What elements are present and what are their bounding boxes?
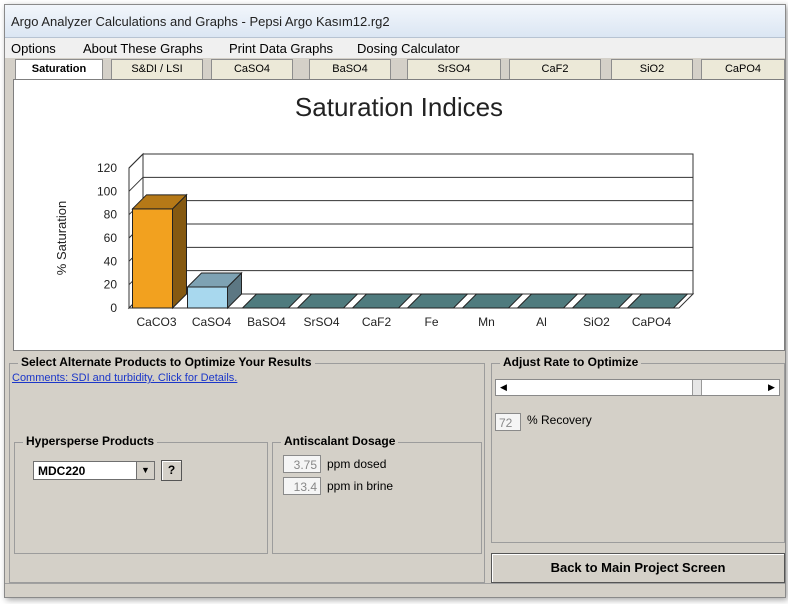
slider-left-icon[interactable]: ◀ (496, 380, 511, 395)
brine-input[interactable]: 13.4 (283, 477, 321, 495)
brine-label: ppm in brine (327, 479, 394, 493)
recovery-slider[interactable]: ◀ ▶ (495, 379, 780, 396)
product-select[interactable]: MDC220 ▼ (33, 461, 155, 480)
saturation-chart: 0 20 40 60 80 100 120 % Saturation CaCO3 CaSO4 BaS… (54, 152, 695, 329)
y-tick-label: 20 (104, 278, 118, 292)
x-tick-label: CaCO3 (136, 315, 176, 329)
back-to-main-button[interactable]: Back to Main Project Screen (491, 553, 785, 583)
tab-capo4[interactable]: CaPO4 (701, 59, 785, 79)
tab-saturation[interactable]: Saturation (15, 59, 103, 80)
optimize-group: Select Alternate Products to Optimize Yo… (9, 355, 485, 583)
x-tick-label: Fe (424, 315, 438, 329)
optimize-title: Select Alternate Products to Optimize Yo… (18, 355, 315, 369)
dosage-title: Antiscalant Dosage (281, 434, 399, 448)
dosed-label: ppm dosed (327, 457, 387, 471)
tab-sdi-lsi[interactable]: S&DI / LSI (111, 59, 203, 79)
slider-thumb[interactable] (692, 380, 702, 395)
title-bar: Argo Analyzer Calculations and Graphs - … (5, 5, 785, 38)
menu-about-graphs[interactable]: About These Graphs (83, 41, 203, 56)
x-tick-label: CaPO4 (632, 315, 672, 329)
product-select-value: MDC220 (38, 464, 86, 478)
lower-panel: Select Alternate Products to Optimize Yo… (9, 353, 785, 583)
x-tick-label: Mn (478, 315, 495, 329)
menu-bar: Options About These Graphs Print Data Gr… (5, 38, 785, 58)
y-tick-label: 120 (97, 161, 117, 175)
recovery-label: % Recovery (527, 413, 592, 427)
product-help-button[interactable]: ? (161, 460, 182, 481)
rate-title: Adjust Rate to Optimize (500, 355, 642, 369)
x-tick-label: SiO2 (583, 315, 610, 329)
chart-pane: Saturation Indices 0 20 40 60 80 100 120% Satu… (13, 79, 785, 351)
dosage-group: Antiscalant Dosage 3.75 ppm dosed 13.4 p… (272, 434, 482, 554)
y-tick-label: 60 (104, 231, 118, 245)
bar (132, 208, 173, 309)
products-title: Hypersperse Products (23, 434, 158, 448)
x-tick-label: BaSO4 (247, 315, 286, 329)
y-axis-label: % Saturation (54, 201, 69, 275)
menu-options[interactable]: Options (11, 41, 56, 56)
tab-srso4[interactable]: SrSO4 (407, 59, 501, 79)
comments-link[interactable]: Comments: SDI and turbidity. Click for D… (12, 372, 237, 384)
x-tick-label: CaF2 (362, 315, 392, 329)
tab-baso4[interactable]: BaSO4 (309, 59, 391, 79)
y-tick-label: 0 (110, 301, 117, 315)
x-tick-label: SrSO4 (303, 315, 339, 329)
window-title: Argo Analyzer Calculations and Graphs - … (11, 14, 390, 29)
chevron-down-icon[interactable]: ▼ (136, 462, 154, 479)
bar-side (172, 193, 187, 310)
y-tick-label: 40 (104, 254, 118, 268)
bar (187, 286, 228, 309)
x-tick-label: CaSO4 (192, 315, 232, 329)
y-tick-label: 80 (104, 208, 118, 222)
dosed-input[interactable]: 3.75 (283, 455, 321, 473)
recovery-input[interactable]: 72 (495, 413, 521, 431)
y-tick-label: 100 (97, 184, 117, 198)
products-group: Hypersperse Products MDC220 ▼ ? (14, 434, 268, 554)
slider-right-icon[interactable]: ▶ (764, 380, 779, 395)
menu-print-data-graphs[interactable]: Print Data Graphs (229, 41, 333, 56)
tab-strip: Saturation S&DI / LSI CaSO4 BaSO4 SrSO4 … (15, 59, 785, 80)
tab-caf2[interactable]: CaF2 (509, 59, 601, 79)
menu-dosing-calculator[interactable]: Dosing Calculator (357, 41, 460, 56)
x-tick-label: Al (536, 315, 547, 329)
status-bar (5, 583, 785, 597)
tab-caso4[interactable]: CaSO4 (211, 59, 293, 79)
tab-sio2[interactable]: SiO2 (611, 59, 693, 79)
app-window: Argo Analyzer Calculations and Graphs - … (4, 4, 786, 598)
